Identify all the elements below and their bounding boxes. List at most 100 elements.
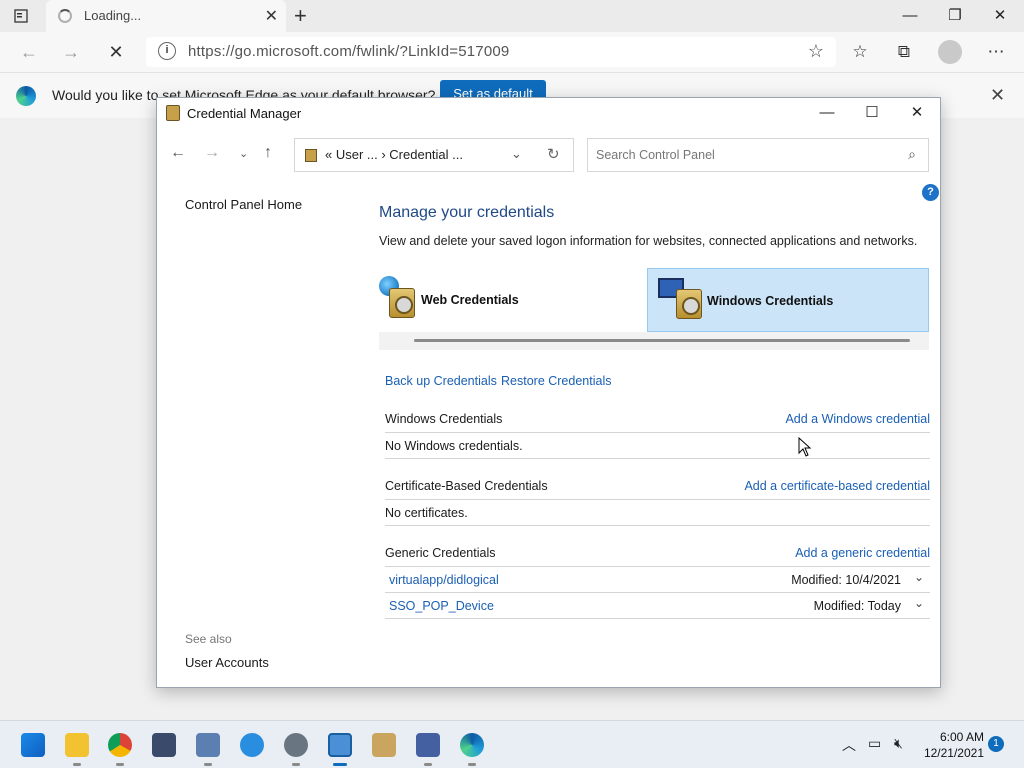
start-icon[interactable]: [21, 733, 45, 757]
page-title: Manage your credentials: [379, 204, 555, 221]
credential-name[interactable]: SSO_POP_Device: [389, 599, 494, 613]
refresh-icon[interactable]: ↻: [547, 145, 560, 163]
credential-name[interactable]: virtualapp/didlogical: [389, 573, 499, 587]
credential-type-selector: Web Credentials Windows Credentials: [379, 268, 929, 350]
credential-modified: Modified: Today: [813, 599, 901, 613]
help-icon[interactable]: ?: [922, 184, 939, 201]
edge-logo-icon: [16, 86, 36, 106]
window-close-button[interactable]: ✕: [897, 101, 937, 125]
window-titlebar: Credential Manager — ☐ ✕: [157, 98, 940, 128]
running-indicator: [116, 763, 124, 766]
section-header: Generic Credentials Add a generic creden…: [385, 541, 930, 567]
cube-app-icon[interactable]: [152, 733, 176, 757]
tab-windows-label: Windows Credentials: [707, 294, 834, 308]
tab-actions-icon[interactable]: [12, 7, 30, 25]
empty-message: No Windows credentials.: [385, 439, 523, 453]
tab-title: Loading...: [84, 8, 142, 23]
taskbar: ︿ ▭ 🔇︎ 6:00 AM 12/21/2021 1: [0, 720, 1024, 768]
search-icon[interactable]: ⌕: [908, 146, 916, 163]
stop-icon[interactable]: ✕: [104, 40, 128, 64]
search-control-panel-input[interactable]: Search Control Panel ⌕: [587, 138, 929, 172]
url-text[interactable]: https://go.microsoft.com/fwlink/?LinkId=…: [188, 43, 509, 60]
back-icon[interactable]: ←: [170, 144, 186, 162]
explorer-navbar: ← → ⌄ ↑ « User ... › Credential ... ⌄ ↻ …: [157, 136, 940, 174]
address-bar[interactable]: i https://go.microsoft.com/fwlink/?LinkI…: [146, 37, 836, 67]
clock-time: 6:00 AM: [939, 730, 984, 744]
infobar-close-icon[interactable]: ✕: [990, 85, 1005, 106]
credential-manager-icon: [166, 105, 180, 121]
browser-tab[interactable]: Loading... ✕: [46, 0, 286, 32]
control-panel-home-link[interactable]: Control Panel Home: [185, 197, 302, 212]
mouse-cursor-icon: [798, 437, 812, 457]
tab-windows-credentials[interactable]: Windows Credentials: [647, 268, 929, 332]
credential-modified: Modified: 10/4/2021: [791, 573, 901, 587]
add-generic-credential-link[interactable]: Add a generic credential: [795, 546, 930, 560]
close-button[interactable]: ✕: [980, 4, 1020, 28]
control-panel-icon: [305, 149, 317, 162]
up-icon[interactable]: ↑: [264, 144, 272, 162]
restore-credentials-link[interactable]: Restore Credentials: [501, 374, 611, 388]
chevron-down-icon[interactable]: ⌄: [914, 596, 924, 610]
settings-gear-icon[interactable]: [284, 733, 308, 757]
volume-muted-icon[interactable]: 🔇︎: [894, 735, 903, 752]
system-info-icon[interactable]: [196, 733, 220, 757]
breadcrumb-path[interactable]: « User ... › Credential ...: [325, 147, 463, 162]
credential-row[interactable]: virtualapp/didlogical Modified: 10/4/202…: [385, 567, 930, 593]
address-toolbar: ← → ✕ i https://go.microsoft.com/fwlink/…: [0, 32, 1024, 72]
forward-icon[interactable]: →: [59, 40, 83, 64]
recent-locations-icon[interactable]: ⌄: [239, 147, 248, 160]
credential-row[interactable]: SSO_POP_Device Modified: Today ⌄: [385, 593, 930, 619]
credential-manager-taskbar-icon[interactable]: [328, 733, 352, 757]
chevron-down-icon[interactable]: ⌄: [914, 570, 924, 584]
add-windows-credential-link[interactable]: Add a Windows credential: [785, 412, 930, 426]
file-explorer-icon[interactable]: [65, 733, 89, 757]
window-maximize-button[interactable]: ☐: [852, 101, 892, 125]
back-icon[interactable]: ←: [17, 40, 41, 64]
tips-icon[interactable]: [240, 733, 264, 757]
profile-avatar[interactable]: [938, 40, 962, 64]
empty-message: No certificates.: [385, 506, 468, 520]
section-header: Certificate-Based Credentials Add a cert…: [385, 474, 930, 500]
vault-icon: [676, 289, 702, 319]
show-hidden-icons-icon[interactable]: ︿: [842, 735, 856, 755]
add-favorite-icon[interactable]: ☆: [808, 41, 824, 62]
search-placeholder: Search Control Panel: [596, 148, 715, 162]
running-indicator: [468, 763, 476, 766]
breadcrumb[interactable]: « User ... › Credential ... ⌄ ↻: [294, 138, 574, 172]
users-icon[interactable]: [372, 733, 396, 757]
section-header: Windows Credentials Add a Windows creden…: [385, 407, 930, 433]
minimize-button[interactable]: —: [890, 4, 930, 28]
favorites-icon[interactable]: ☆: [849, 41, 871, 63]
control-panel-taskbar-icon[interactable]: [416, 733, 440, 757]
chevron-down-icon[interactable]: ⌄: [511, 146, 522, 162]
clock[interactable]: 6:00 AM 12/21/2021: [920, 729, 984, 761]
new-tab-icon[interactable]: +: [294, 3, 307, 29]
site-info-icon[interactable]: i: [158, 42, 176, 60]
collections-icon[interactable]: ⧉: [893, 41, 915, 63]
notification-badge[interactable]: 1: [988, 736, 1004, 752]
clock-date: 12/21/2021: [923, 746, 984, 760]
running-indicator: [204, 763, 212, 766]
tab-web-label: Web Credentials: [421, 293, 519, 307]
tab-web-credentials[interactable]: Web Credentials: [379, 268, 647, 332]
list-item: No Windows credentials.: [385, 433, 930, 459]
forward-icon[interactable]: →: [204, 144, 220, 162]
horizontal-scrollbar[interactable]: [414, 339, 910, 342]
restore-button[interactable]: ❐: [935, 4, 975, 28]
running-indicator: [424, 763, 432, 766]
running-indicator: [292, 763, 300, 766]
more-menu-icon[interactable]: ⋯: [985, 41, 1007, 63]
see-also-label: See also: [185, 632, 232, 646]
user-accounts-link[interactable]: User Accounts: [185, 655, 269, 670]
close-tab-icon[interactable]: ✕: [265, 6, 278, 26]
chrome-icon[interactable]: [108, 733, 132, 757]
network-icon[interactable]: ▭: [868, 735, 881, 752]
add-certificate-credential-link[interactable]: Add a certificate-based credential: [744, 479, 930, 493]
backup-credentials-link[interactable]: Back up Credentials: [385, 374, 497, 388]
window-minimize-button[interactable]: —: [807, 101, 847, 125]
page-description: View and delete your saved logon informa…: [379, 234, 918, 248]
running-indicator: [73, 763, 81, 766]
section-title: Generic Credentials: [385, 546, 496, 560]
window-title: Credential Manager: [187, 106, 302, 121]
edge-taskbar-icon[interactable]: [460, 733, 484, 757]
